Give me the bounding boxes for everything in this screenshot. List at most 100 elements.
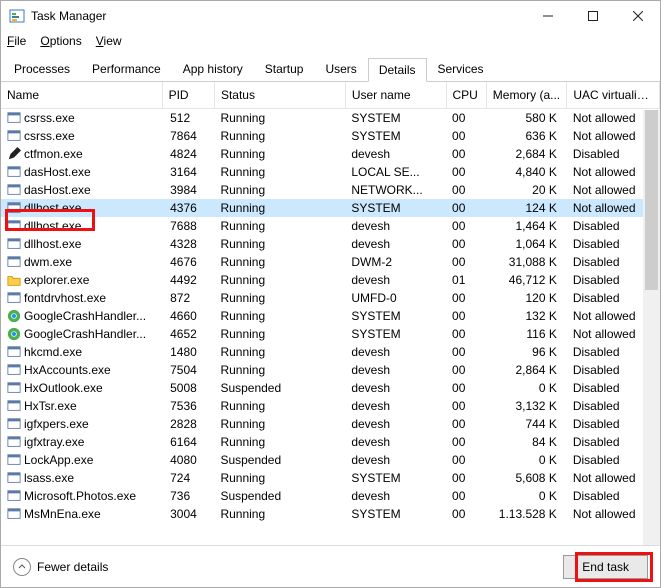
window-title: Task Manager bbox=[31, 9, 525, 23]
table-row[interactable]: ctfmon.exe4824Runningdevesh002,684 KDisa… bbox=[1, 145, 660, 163]
maximize-button[interactable] bbox=[570, 1, 615, 31]
process-user: devesh bbox=[345, 145, 446, 163]
menu-view[interactable]: View bbox=[96, 34, 122, 48]
table-row[interactable]: lsass.exe724RunningSYSTEM005,608 KNot al… bbox=[1, 469, 660, 487]
menu-file[interactable]: File bbox=[7, 34, 26, 48]
table-row[interactable]: HxAccounts.exe7504Runningdevesh002,864 K… bbox=[1, 361, 660, 379]
process-status: Suspended bbox=[214, 451, 345, 469]
process-name: csrss.exe bbox=[24, 111, 75, 125]
col-user[interactable]: User name bbox=[345, 82, 446, 109]
table-row[interactable]: explorer.exe4492Runningdevesh0146,712 KD… bbox=[1, 271, 660, 289]
table-row[interactable]: dwm.exe4676RunningDWM-20031,088 KDisable… bbox=[1, 253, 660, 271]
process-cpu: 00 bbox=[446, 487, 486, 505]
process-pid: 512 bbox=[162, 109, 214, 128]
table-row[interactable]: HxTsr.exe7536Runningdevesh003,132 KDisab… bbox=[1, 397, 660, 415]
table-row[interactable]: fontdrvhost.exe872RunningUMFD-000120 KDi… bbox=[1, 289, 660, 307]
tab-users[interactable]: Users bbox=[314, 57, 367, 81]
table-row[interactable]: csrss.exe7864RunningSYSTEM00636 KNot all… bbox=[1, 127, 660, 145]
process-cpu: 00 bbox=[446, 217, 486, 235]
process-icon bbox=[7, 255, 21, 269]
end-task-button[interactable]: End task bbox=[563, 555, 648, 579]
process-icon bbox=[7, 417, 21, 431]
process-name: fontdrvhost.exe bbox=[24, 291, 106, 305]
table-row[interactable]: GoogleCrashHandler...4660RunningSYSTEM00… bbox=[1, 307, 660, 325]
table-row[interactable]: dllhost.exe4376RunningSYSTEM00124 KNot a… bbox=[1, 199, 660, 217]
fewer-details-button[interactable]: Fewer details bbox=[13, 558, 108, 576]
process-pid: 7504 bbox=[162, 361, 214, 379]
process-user: devesh bbox=[345, 487, 446, 505]
table-row[interactable]: MsMnEna.exe3004RunningSYSTEM001.13.528 K… bbox=[1, 505, 660, 523]
process-name: Microsoft.Photos.exe bbox=[24, 489, 136, 503]
window-controls bbox=[525, 1, 660, 31]
process-cpu: 00 bbox=[446, 253, 486, 271]
process-user: SYSTEM bbox=[345, 109, 446, 128]
scrollbar-thumb[interactable] bbox=[645, 110, 658, 290]
menu-options[interactable]: Options bbox=[40, 34, 81, 48]
process-name: HxTsr.exe bbox=[24, 399, 77, 413]
process-status: Running bbox=[214, 433, 345, 451]
col-cpu[interactable]: CPU bbox=[446, 82, 486, 109]
tab-processes[interactable]: Processes bbox=[3, 57, 81, 81]
process-cpu: 00 bbox=[446, 163, 486, 181]
tab-app-history[interactable]: App history bbox=[172, 57, 254, 81]
table-row[interactable]: HxOutlook.exe5008Suspendeddevesh000 KDis… bbox=[1, 379, 660, 397]
table-row[interactable]: dasHost.exe3164RunningLOCAL SE...004,840… bbox=[1, 163, 660, 181]
process-user: devesh bbox=[345, 217, 446, 235]
process-status: Running bbox=[214, 145, 345, 163]
process-name: csrss.exe bbox=[24, 129, 75, 143]
process-status: Running bbox=[214, 181, 345, 199]
process-name: dwm.exe bbox=[24, 255, 72, 269]
process-pid: 4660 bbox=[162, 307, 214, 325]
process-status: Running bbox=[214, 217, 345, 235]
table-row[interactable]: dasHost.exe3984RunningNETWORK...0020 KNo… bbox=[1, 181, 660, 199]
table-row[interactable]: igfxtray.exe6164Runningdevesh0084 KDisab… bbox=[1, 433, 660, 451]
process-pid: 3164 bbox=[162, 163, 214, 181]
table-row[interactable]: csrss.exe512RunningSYSTEM00580 KNot allo… bbox=[1, 109, 660, 128]
process-name: dllhost.exe bbox=[24, 237, 81, 251]
process-pid: 3004 bbox=[162, 505, 214, 523]
process-status: Running bbox=[214, 307, 345, 325]
process-pid: 736 bbox=[162, 487, 214, 505]
process-icon bbox=[7, 489, 21, 503]
process-status: Running bbox=[214, 163, 345, 181]
table-row[interactable]: LockApp.exe4080Suspendeddevesh000 KDisab… bbox=[1, 451, 660, 469]
process-cpu: 00 bbox=[446, 379, 486, 397]
tab-performance[interactable]: Performance bbox=[81, 57, 172, 81]
footer: Fewer details End task bbox=[1, 545, 660, 587]
table-row[interactable]: hkcmd.exe1480Runningdevesh0096 KDisabled bbox=[1, 343, 660, 361]
table-row[interactable]: dllhost.exe7688Runningdevesh001,464 KDis… bbox=[1, 217, 660, 235]
process-cpu: 00 bbox=[446, 361, 486, 379]
col-mem[interactable]: Memory (a... bbox=[486, 82, 567, 109]
col-name[interactable]: Name bbox=[1, 82, 162, 109]
process-cpu: 00 bbox=[446, 397, 486, 415]
table-row[interactable]: Microsoft.Photos.exe736Suspendeddevesh00… bbox=[1, 487, 660, 505]
table-row[interactable]: igfxpers.exe2828Runningdevesh00744 KDisa… bbox=[1, 415, 660, 433]
process-memory: 124 K bbox=[486, 199, 567, 217]
tab-startup[interactable]: Startup bbox=[254, 57, 315, 81]
process-cpu: 00 bbox=[446, 325, 486, 343]
scrollbar[interactable] bbox=[643, 110, 660, 545]
tab-details[interactable]: Details bbox=[368, 58, 427, 82]
process-pid: 4492 bbox=[162, 271, 214, 289]
process-user: devesh bbox=[345, 433, 446, 451]
process-icon bbox=[7, 327, 21, 341]
process-icon bbox=[7, 345, 21, 359]
process-memory: 0 K bbox=[486, 379, 567, 397]
process-memory: 84 K bbox=[486, 433, 567, 451]
process-cpu: 00 bbox=[446, 469, 486, 487]
table-row[interactable]: GoogleCrashHandler...4652RunningSYSTEM00… bbox=[1, 325, 660, 343]
process-user: SYSTEM bbox=[345, 325, 446, 343]
table-row[interactable]: dllhost.exe4328Runningdevesh001,064 KDis… bbox=[1, 235, 660, 253]
process-pid: 4824 bbox=[162, 145, 214, 163]
process-status: Running bbox=[214, 289, 345, 307]
col-pid[interactable]: PID bbox=[162, 82, 214, 109]
process-cpu: 00 bbox=[446, 199, 486, 217]
col-status[interactable]: Status bbox=[214, 82, 345, 109]
col-uac[interactable]: UAC virtualizat... bbox=[567, 82, 660, 109]
process-icon bbox=[7, 147, 21, 161]
process-name: HxAccounts.exe bbox=[24, 363, 111, 377]
close-button[interactable] bbox=[615, 1, 660, 31]
tab-services[interactable]: Services bbox=[427, 57, 495, 81]
process-table-wrap: Name PID Status User name CPU Memory (a.… bbox=[1, 82, 660, 545]
minimize-button[interactable] bbox=[525, 1, 570, 31]
